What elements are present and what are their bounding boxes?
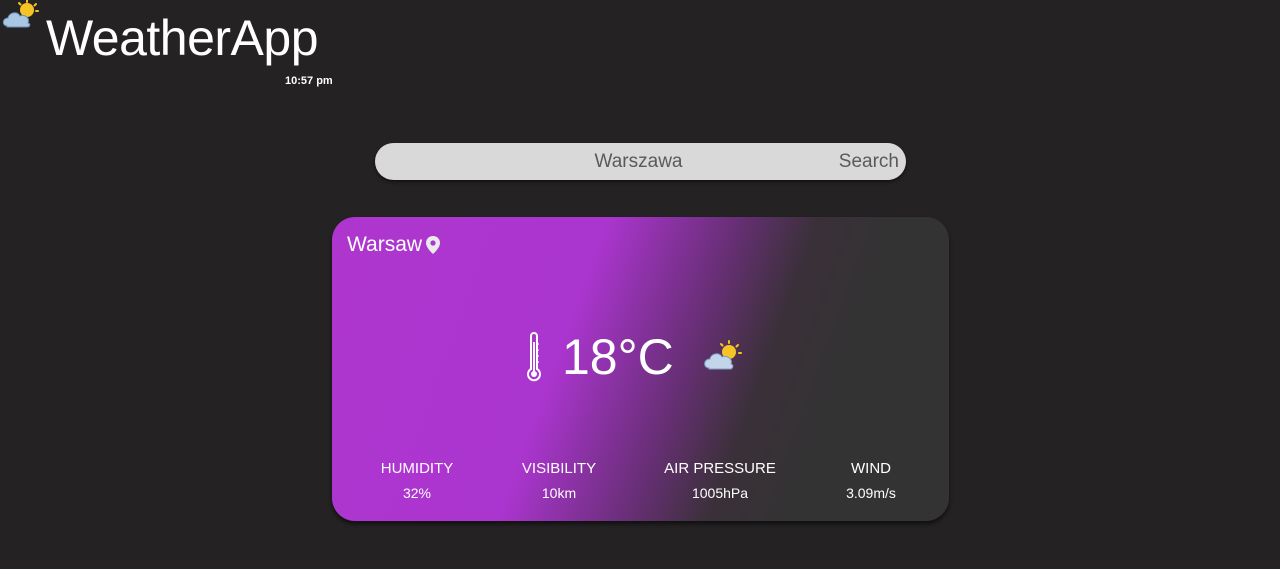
temperature-value: 18°C <box>562 329 674 385</box>
app-title: WeatherApp <box>46 10 319 66</box>
stat-label: WIND <box>851 460 891 477</box>
thermometer-icon <box>527 332 541 382</box>
stat-label: HUMIDITY <box>380 460 454 477</box>
weather-card: Warsaw 18°C HUMIDITY 32% VISIBILITY 10km… <box>332 217 949 521</box>
temperature-row: 18°C <box>526 329 742 385</box>
weather-stats: HUMIDITY 32% VISIBILITY 10km AIR PRESSUR… <box>332 460 949 506</box>
stat-value: 3.09m/s <box>846 485 896 501</box>
search-input[interactable] <box>375 143 906 180</box>
search-button[interactable]: Search <box>839 143 899 180</box>
current-time: 10:57 pm <box>285 75 333 87</box>
stat-value: 10km <box>541 485 577 501</box>
stat-air-pressure: AIR PRESSURE 1005hPa <box>664 460 776 502</box>
stat-wind: WIND 3.09m/s <box>846 460 896 502</box>
cloud-sun-icon <box>703 340 742 370</box>
stat-value: 1005hPa <box>691 485 749 501</box>
stat-label: VISIBILITY <box>521 460 597 477</box>
stat-humidity: HUMIDITY 32% <box>381 460 454 502</box>
stat-label: AIR PRESSURE <box>664 460 776 477</box>
location-row: Warsaw <box>347 233 441 257</box>
weather-app-page: WeatherApp 10:57 pm Search Warsaw <box>0 0 1280 569</box>
stat-value: 32% <box>402 485 432 501</box>
map-pin-icon <box>426 236 441 254</box>
cloud-sun-icon <box>2 0 39 28</box>
city-name: Warsaw <box>347 233 423 256</box>
stat-visibility: VISIBILITY 10km <box>522 460 596 502</box>
search-bar: Search <box>375 143 906 180</box>
